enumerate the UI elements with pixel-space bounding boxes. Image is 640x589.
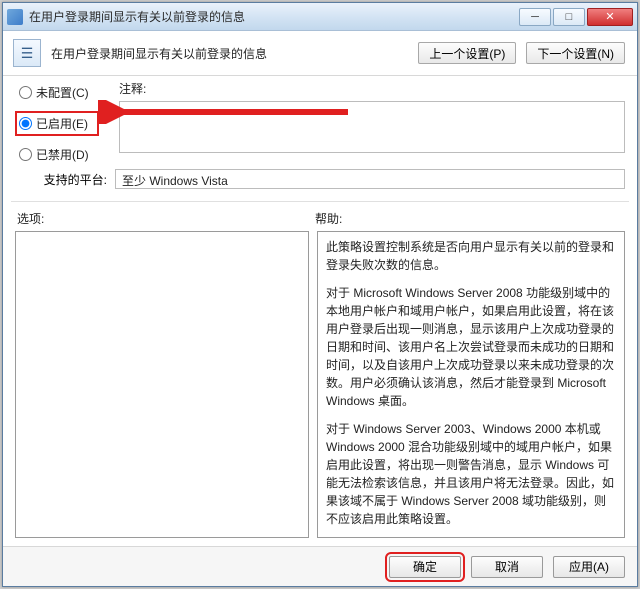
radio-group: 未配置(C) 已启用(E) 已禁用(D) [19,80,99,163]
help-panel[interactable]: 此策略设置控制系统是否向用户显示有关以前的登录和登录失败次数的信息。 对于 Mi… [317,231,625,538]
config-row: 未配置(C) 已启用(E) 已禁用(D) [3,76,637,165]
maximize-button[interactable]: □ [553,8,585,26]
radio-enabled-input[interactable] [19,117,32,130]
panels: 此策略设置控制系统是否向用户显示有关以前的登录和登录失败次数的信息。 对于 Mi… [3,229,637,546]
body-area: 未配置(C) 已启用(E) 已禁用(D) [3,76,637,546]
radio-not-configured[interactable]: 未配置(C) [19,84,99,101]
policy-title: 在用户登录期间显示有关以前登录的信息 [51,45,408,62]
apply-button[interactable]: 应用(A) [553,556,625,578]
window-title: 在用户登录期间显示有关以前登录的信息 [29,8,517,25]
radio-not-configured-label: 未配置(C) [36,84,89,101]
header-row: ☰ 在用户登录期间显示有关以前登录的信息 上一个设置(P) 下一个设置(N) [3,31,637,76]
options-label: 选项: [17,210,315,227]
previous-setting-button[interactable]: 上一个设置(P) [418,42,516,64]
window-buttons: ─ □ ✕ [517,8,633,26]
dialog-window: 在用户登录期间显示有关以前登录的信息 ─ □ ✕ ☰ 在用户登录期间显示有关以前… [2,2,638,587]
help-label: 帮助: [315,210,342,227]
help-paragraph: 对于 Windows Server 2003、Windows 2000 本机或 … [326,420,616,528]
platform-label: 支持的平台: [19,171,111,188]
minimize-button[interactable]: ─ [519,8,551,26]
platform-value: 至少 Windows Vista [115,169,625,189]
panel-labels: 选项: 帮助: [3,206,637,229]
radio-disabled-label: 已禁用(D) [36,146,89,163]
help-paragraph: 对于 Microsoft Windows Server 2008 功能级别域中的… [326,284,616,410]
radio-enabled[interactable]: 已启用(E) [19,115,88,132]
comment-area: 注释: [119,80,625,163]
comment-label: 注释: [119,80,625,97]
help-paragraph: 此策略设置控制系统是否向用户显示有关以前的登录和登录失败次数的信息。 [326,238,616,274]
options-panel[interactable] [15,231,309,538]
comment-textbox[interactable] [119,101,625,153]
radio-disabled[interactable]: 已禁用(D) [19,146,99,163]
next-setting-button[interactable]: 下一个设置(N) [526,42,625,64]
radio-enabled-highlight: 已启用(E) [15,111,99,136]
platform-row: 支持的平台: 至少 Windows Vista [3,165,637,197]
separator [11,201,629,202]
radio-not-configured-input[interactable] [19,86,32,99]
policy-icon: ☰ [13,39,41,67]
ok-button[interactable]: 确定 [389,556,461,578]
cancel-button[interactable]: 取消 [471,556,543,578]
radio-enabled-label: 已启用(E) [36,115,88,132]
app-icon [7,9,23,25]
radio-disabled-input[interactable] [19,148,32,161]
footer: 确定 取消 应用(A) [3,546,637,586]
titlebar[interactable]: 在用户登录期间显示有关以前登录的信息 ─ □ ✕ [3,3,637,31]
close-button[interactable]: ✕ [587,8,633,26]
